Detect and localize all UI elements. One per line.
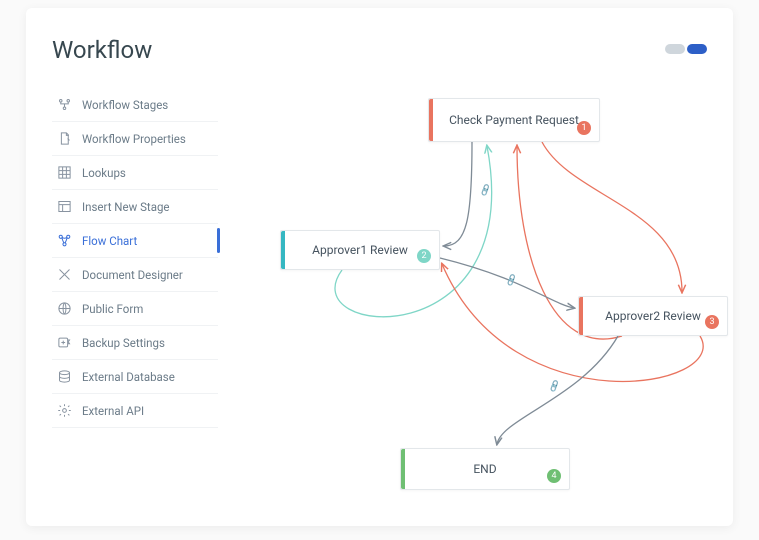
page-title: Workflow — [52, 36, 152, 64]
link-icon: 🔗 — [505, 273, 524, 292]
node-number-badge: 3 — [705, 315, 719, 329]
flow-canvas[interactable]: 🔗🔗🔗🔗 Check Payment Request 1 Approver1 R… — [222, 78, 732, 508]
view-toggle-left[interactable] — [665, 44, 685, 54]
backup-icon — [56, 335, 72, 351]
sidebar-item-document-designer[interactable]: Document Designer — [52, 258, 218, 292]
flow-edges — [222, 78, 732, 508]
sidebar-item-workflow-properties[interactable]: Workflow Properties — [52, 122, 218, 156]
sidebar-item-flow-chart[interactable]: Flow Chart — [52, 224, 218, 258]
sidebar-item-label: External API — [82, 404, 144, 418]
link-icon: 🔗 — [479, 183, 498, 202]
sidebar-item-label: Workflow Properties — [82, 132, 186, 146]
flow-node-approver2-review[interactable]: Approver2 Review 3 — [578, 296, 728, 336]
database-icon — [56, 369, 72, 385]
flow-node-approver1-review[interactable]: Approver1 Review 2 — [280, 230, 440, 270]
sidebar-item-label: Lookups — [82, 166, 126, 180]
node-title: Check Payment Request — [429, 113, 599, 127]
view-toggle-group — [665, 44, 707, 54]
sidebar-item-label: External Database — [82, 370, 175, 384]
node-number-badge: 2 — [417, 249, 431, 263]
sidebar-item-label: Insert New Stage — [82, 200, 170, 214]
branch-icon — [56, 97, 72, 113]
tools-icon — [56, 267, 72, 283]
sidebar-item-label: Public Form — [82, 302, 143, 316]
workflow-card: Workflow Workflow Stages Workflow Proper… — [26, 8, 733, 526]
sidebar-item-label: Flow Chart — [82, 234, 137, 248]
flow-node-check-payment-request[interactable]: Check Payment Request 1 — [428, 98, 600, 142]
node-title: Approver1 Review — [281, 243, 439, 257]
flow-icon — [56, 233, 72, 249]
sidebar-item-external-database[interactable]: External Database — [52, 360, 218, 394]
node-title: END — [401, 462, 569, 476]
sidebar-item-workflow-stages[interactable]: Workflow Stages — [52, 88, 218, 122]
gear-icon — [56, 403, 72, 419]
sidebar-item-label: Backup Settings — [82, 336, 165, 350]
node-number-badge: 1 — [577, 121, 591, 135]
globe-icon — [56, 301, 72, 317]
node-number-badge: 4 — [547, 469, 561, 483]
sidebar: Workflow Stages Workflow Properties Look… — [52, 88, 218, 428]
sidebar-item-insert-new-stage[interactable]: Insert New Stage — [52, 190, 218, 224]
document-icon — [56, 131, 72, 147]
sidebar-item-label: Workflow Stages — [82, 98, 168, 112]
sidebar-item-lookups[interactable]: Lookups — [52, 156, 218, 190]
sidebar-item-external-api[interactable]: External API — [52, 394, 218, 428]
sidebar-item-backup-settings[interactable]: Backup Settings — [52, 326, 218, 360]
sidebar-item-public-form[interactable]: Public Form — [52, 292, 218, 326]
sidebar-item-label: Document Designer — [82, 268, 183, 282]
link-icon: 🔗 — [548, 379, 567, 398]
table-icon — [56, 199, 72, 215]
grid-icon — [56, 165, 72, 181]
view-toggle-right[interactable] — [687, 44, 707, 54]
flow-node-end[interactable]: END 4 — [400, 448, 570, 490]
